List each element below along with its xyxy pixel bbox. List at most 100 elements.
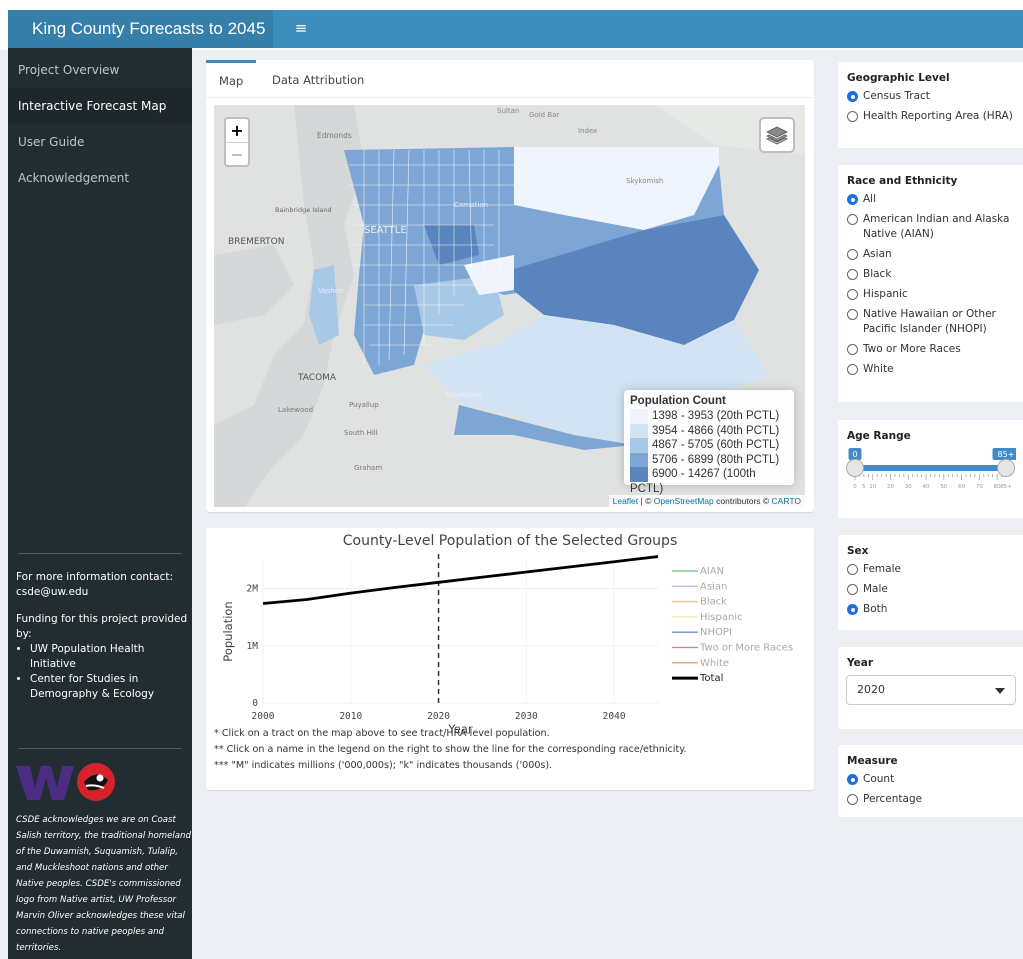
radio-female[interactable]: Female	[847, 562, 1014, 577]
choropleth-map[interactable]: Edmonds Sultan Gold Bar Index Skykomish …	[214, 105, 805, 507]
hamburger-icon[interactable]: ≡	[283, 10, 319, 48]
legend-swatch	[630, 452, 648, 468]
population-line-chart[interactable]: 01M2M2000 2010 2020 2030 2040YearPopulationA…	[206, 548, 814, 733]
chart-note: *** "M" indicates millions ('000,000s); …	[214, 760, 553, 771]
legend-swatch	[630, 423, 648, 439]
radio-percentage[interactable]: Percentage	[847, 792, 1014, 807]
legend-entry: 6900 - 14267 (100th PCTL)	[630, 467, 756, 495]
sidebar: Project Overview Interactive Forecast Ma…	[8, 48, 192, 959]
contact-email[interactable]: csde@uw.edu	[16, 585, 188, 600]
layers-icon[interactable]	[759, 117, 795, 153]
app-title[interactable]: King County Forecasts to 2045	[8, 10, 273, 48]
slider-tick-label: 30	[905, 484, 912, 490]
legend-label[interactable]: Hispanic	[700, 612, 743, 623]
osm-link[interactable]: OpenStreetMap	[654, 496, 714, 506]
measure-panel: Measure Count Percentage	[838, 745, 1023, 817]
radio-icon	[847, 91, 858, 102]
place-label: Edmonds	[317, 131, 352, 140]
legend-label[interactable]: White	[700, 658, 729, 669]
slider-tick-label: 50	[940, 484, 947, 490]
slider-tick-label: 20	[887, 484, 894, 490]
sidebar-item-acknowledgement[interactable]: Acknowledgement	[8, 160, 192, 196]
year-select[interactable]: 2020	[846, 675, 1016, 705]
slider-value-label: 85+	[998, 450, 1015, 459]
place-label: Sultan	[497, 107, 519, 115]
radio-count[interactable]: Count	[847, 772, 1014, 787]
tab-map[interactable]: Map	[206, 60, 257, 98]
x-tick-label: 2010	[339, 711, 362, 722]
place-label: Graham	[354, 464, 382, 472]
age-range-slider[interactable]: 0 85+0 5 10 20 30 40 50 60 70 80 85+	[846, 448, 1016, 503]
radio-icon	[847, 604, 858, 615]
legend-label[interactable]: Two or More Races	[699, 643, 793, 654]
csde-logo	[77, 763, 115, 801]
legend-label[interactable]: Total	[699, 673, 723, 684]
carto-link[interactable]: CARTO	[772, 496, 801, 506]
legend-swatch	[630, 467, 648, 482]
geographic-level-panel: Geographic Level Census Tract Health Rep…	[838, 62, 1023, 148]
tab-data-attribution[interactable]: Data Attribution	[272, 60, 364, 98]
radio-icon	[847, 309, 858, 320]
radio-nhopi[interactable]: Native Hawaiian or Other Pacific Islande…	[847, 307, 1014, 337]
radio-icon	[847, 364, 858, 375]
legend-title: Population Count	[630, 395, 726, 407]
x-tick-label: 2000	[252, 711, 275, 722]
place-label: SEATTLE	[364, 225, 407, 236]
radio-hra[interactable]: Health Reporting Area (HRA)	[847, 109, 1014, 124]
funding-label: Funding for this project provided by:	[16, 613, 188, 640]
radio-icon	[847, 584, 858, 595]
sidebar-item-interactive-forecast-map[interactable]: Interactive Forecast Map	[8, 88, 192, 124]
radio-aian[interactable]: American Indian and Alaska Native (AIAN)	[847, 212, 1014, 242]
map-card: Map Data Attribution Edmonds Sultan Gold…	[206, 60, 814, 512]
radio-icon	[847, 214, 858, 225]
legend-label[interactable]: NHOPI	[700, 627, 732, 638]
radio-hispanic[interactable]: Hispanic	[847, 287, 1014, 302]
radio-icon	[847, 194, 858, 205]
radio-white[interactable]: White	[847, 362, 1014, 377]
slider-bar	[855, 465, 1006, 471]
y-tick-label: 2M	[247, 584, 259, 595]
place-label: Gold Bar	[529, 111, 559, 119]
geographic-level-heading: Geographic Level	[847, 72, 950, 84]
slider-tick-label: 0	[853, 484, 857, 490]
header-bar: King County Forecasts to 2045 ≡	[8, 10, 1023, 48]
radio-male[interactable]: Male	[847, 582, 1014, 597]
age-range-panel: Age Range 0 85+ 0 5 10 20 30 40 50 60 70 80 85+	[838, 420, 1023, 518]
sidebar-item-project-overview[interactable]: Project Overview	[8, 52, 192, 88]
slider-handle[interactable]	[997, 459, 1015, 477]
funder-item: UW Population Health Initiative	[30, 642, 188, 672]
place-label: South Hill	[344, 429, 378, 437]
radio-icon	[847, 344, 858, 355]
radio-census-tract[interactable]: Census Tract	[847, 89, 1014, 104]
land-acknowledgement: CSDE acknowledges we are on Coast Salish…	[16, 815, 191, 953]
radio-black[interactable]: Black	[847, 267, 1014, 282]
legend-entry: 1398 - 3953 (20th PCTL)	[630, 409, 788, 424]
legend-label[interactable]: AIAN	[700, 566, 724, 577]
radio-asian[interactable]: Asian	[847, 247, 1014, 262]
legend-label[interactable]: Black	[700, 597, 727, 608]
leaflet-link[interactable]: Leaflet	[613, 496, 639, 506]
divider	[18, 748, 182, 749]
slider-tick-label: 85+	[1000, 484, 1012, 490]
sidebar-item-user-guide[interactable]: User Guide	[8, 124, 192, 160]
chart-note: ** Click on a name in the legend on the …	[214, 744, 687, 755]
radio-both[interactable]: Both	[847, 602, 1014, 617]
place-label: Lakewood	[278, 406, 313, 414]
place-label: Bainbridge Island	[275, 206, 332, 214]
radio-all[interactable]: All	[847, 192, 1014, 207]
place-label: Carnation	[454, 201, 488, 209]
radio-two-or-more[interactable]: Two or More Races	[847, 342, 1014, 357]
zoom-out-button[interactable]: −	[226, 142, 248, 165]
x-tick-label: 2040	[603, 711, 626, 722]
slider-value-label: 0	[852, 450, 857, 459]
age-range-heading: Age Range	[847, 430, 911, 442]
slider-tick-label: 70	[976, 484, 983, 490]
slider-tick-label: 10	[869, 484, 876, 490]
x-tick-label: 2020	[427, 711, 450, 722]
slider-handle[interactable]	[846, 459, 864, 477]
place-label: Enumclaw	[446, 391, 482, 399]
zoom-in-button[interactable]: +	[226, 119, 248, 142]
map-legend: Population Count 1398 - 3953 (20th PCTL)…	[624, 390, 794, 495]
legend-label[interactable]: Asian	[700, 581, 727, 592]
funder-item: Center for Studies in Demography & Ecolo…	[30, 672, 188, 702]
